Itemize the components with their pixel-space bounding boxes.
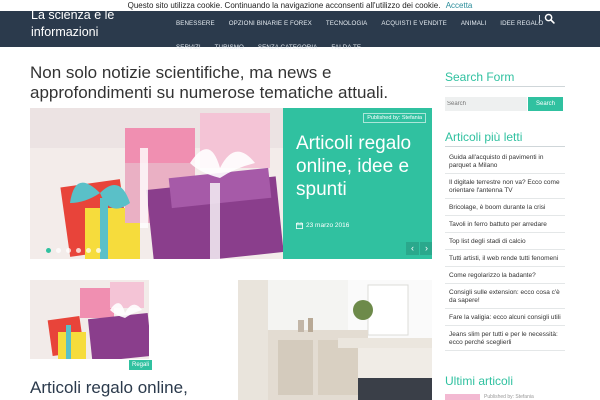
nav-row-1: Benessere Opzioni binarie e forex Tecnol… — [176, 13, 543, 33]
slider-prev-button[interactable]: ‹ — [406, 242, 419, 255]
nav-item-senza-categoria[interactable]: Senza categoria — [258, 44, 318, 51]
popular-article-link[interactable]: Guida all'acquisto di pavimenti in parqu… — [445, 152, 565, 174]
nav-item-fai-da-te[interactable]: Fai da te — [331, 44, 361, 51]
slider-title[interactable]: Articoli regalo online, idee e spunti — [296, 132, 424, 201]
sidebar-popular-title: Articoli più letti — [445, 130, 523, 144]
popular-articles-list: Guida all'acquisto di pavimenti in parqu… — [445, 152, 565, 354]
card-gifts-image[interactable] — [30, 280, 149, 359]
slider-next-button[interactable]: › — [420, 242, 432, 255]
sidebar-latest-title: Ultimi articoli — [445, 374, 514, 388]
card-interior-image[interactable] — [238, 280, 432, 400]
popular-article-link[interactable]: Fare la valigia: ecco alcuni consigli ut… — [445, 312, 565, 326]
cookie-text: Questo sito utilizza cookie. Continuando… — [127, 1, 441, 10]
latest-article-meta: Published by: Stefania — [484, 394, 534, 400]
popular-article-link[interactable]: Bricolage, è boom durante la crisi — [445, 202, 565, 216]
nav-item-acquisti[interactable]: Acquisti e vendite — [381, 20, 446, 27]
nav-item-turismo[interactable]: Turismo — [215, 44, 244, 51]
slider-dot-1[interactable] — [46, 248, 51, 253]
latest-article-thumbnail[interactable] — [445, 394, 480, 400]
page-tagline: Non solo notizie scientifiche, ma news e… — [30, 63, 389, 102]
slider-dot-5[interactable] — [86, 248, 91, 253]
nav-item-tecnologia[interactable]: Tecnologia — [326, 20, 368, 27]
slider-author[interactable]: Published by: Stefania — [363, 113, 426, 123]
sidebar-search-title: Search Form — [445, 70, 515, 84]
search-icon[interactable] — [544, 13, 555, 24]
popular-article-link[interactable]: Come regolarizzo la badante? — [445, 270, 565, 284]
gift-boxes-thumbnail — [30, 280, 149, 359]
nav-item-animali[interactable]: Animali — [461, 20, 486, 27]
popular-article-link[interactable]: Il digitale terrestre non va? Ecco come … — [445, 177, 565, 199]
sidebar-divider — [445, 146, 565, 147]
slider-date-text: 23 marzo 2016 — [306, 222, 350, 229]
sidebar-divider — [445, 86, 565, 87]
slider-date: 23 marzo 2016 — [296, 222, 349, 229]
cookie-bar: Questo sito utilizza cookie. Continuando… — [0, 0, 600, 11]
calendar-icon — [296, 222, 303, 229]
sidebar-search-input[interactable] — [445, 97, 527, 111]
nav-item-opzioni-binarie[interactable]: Opzioni binarie e forex — [229, 20, 312, 27]
slider-dot-4[interactable] — [76, 248, 81, 253]
card-title[interactable]: Articoli regalo online, — [30, 378, 188, 398]
popular-article-link[interactable]: Jeans slim per tutti e per le necessità:… — [445, 329, 565, 351]
popular-article-link[interactable]: Tutti artisti, il web rende tutti fenome… — [445, 253, 565, 267]
popular-article-link[interactable]: Top list degli stadi di calcio — [445, 236, 565, 250]
slider-caption-panel: Published by: Stefania Articoli regalo o… — [283, 108, 432, 259]
main-nav: Benessere Opzioni binarie e forex Tecnol… — [176, 13, 543, 57]
slider-dot-2[interactable] — [56, 248, 61, 253]
nav-row-2: Servizi Turismo Senza categoria Fai da t… — [176, 37, 516, 57]
site-title[interactable]: La scienza e le informazioni — [31, 7, 151, 41]
slider-dot-6[interactable] — [96, 248, 101, 253]
category-badge[interactable]: Regali — [129, 360, 153, 370]
gift-boxes-image[interactable] — [30, 108, 283, 259]
popular-article-link[interactable]: Consigli sulle extension: ecco cosa c'è … — [445, 287, 565, 309]
cookie-accept-link[interactable]: Accetta — [446, 1, 473, 10]
nav-item-idee-regalo[interactable]: Idee regalo — [500, 20, 543, 27]
bathroom-interior-photo — [238, 280, 432, 400]
slider-dot-3[interactable] — [66, 248, 71, 253]
nav-item-benessere[interactable]: Benessere — [176, 20, 215, 27]
popular-article-link[interactable]: Tavoli in ferro battuto per arredare — [445, 219, 565, 233]
slider-dots — [46, 248, 106, 253]
nav-item-servizi[interactable]: Servizi — [176, 44, 201, 51]
sidebar-search-button[interactable]: Search — [528, 97, 563, 111]
featured-slider: Published by: Stefania Articoli regalo o… — [30, 108, 432, 259]
nav-divider — [539, 15, 540, 23]
